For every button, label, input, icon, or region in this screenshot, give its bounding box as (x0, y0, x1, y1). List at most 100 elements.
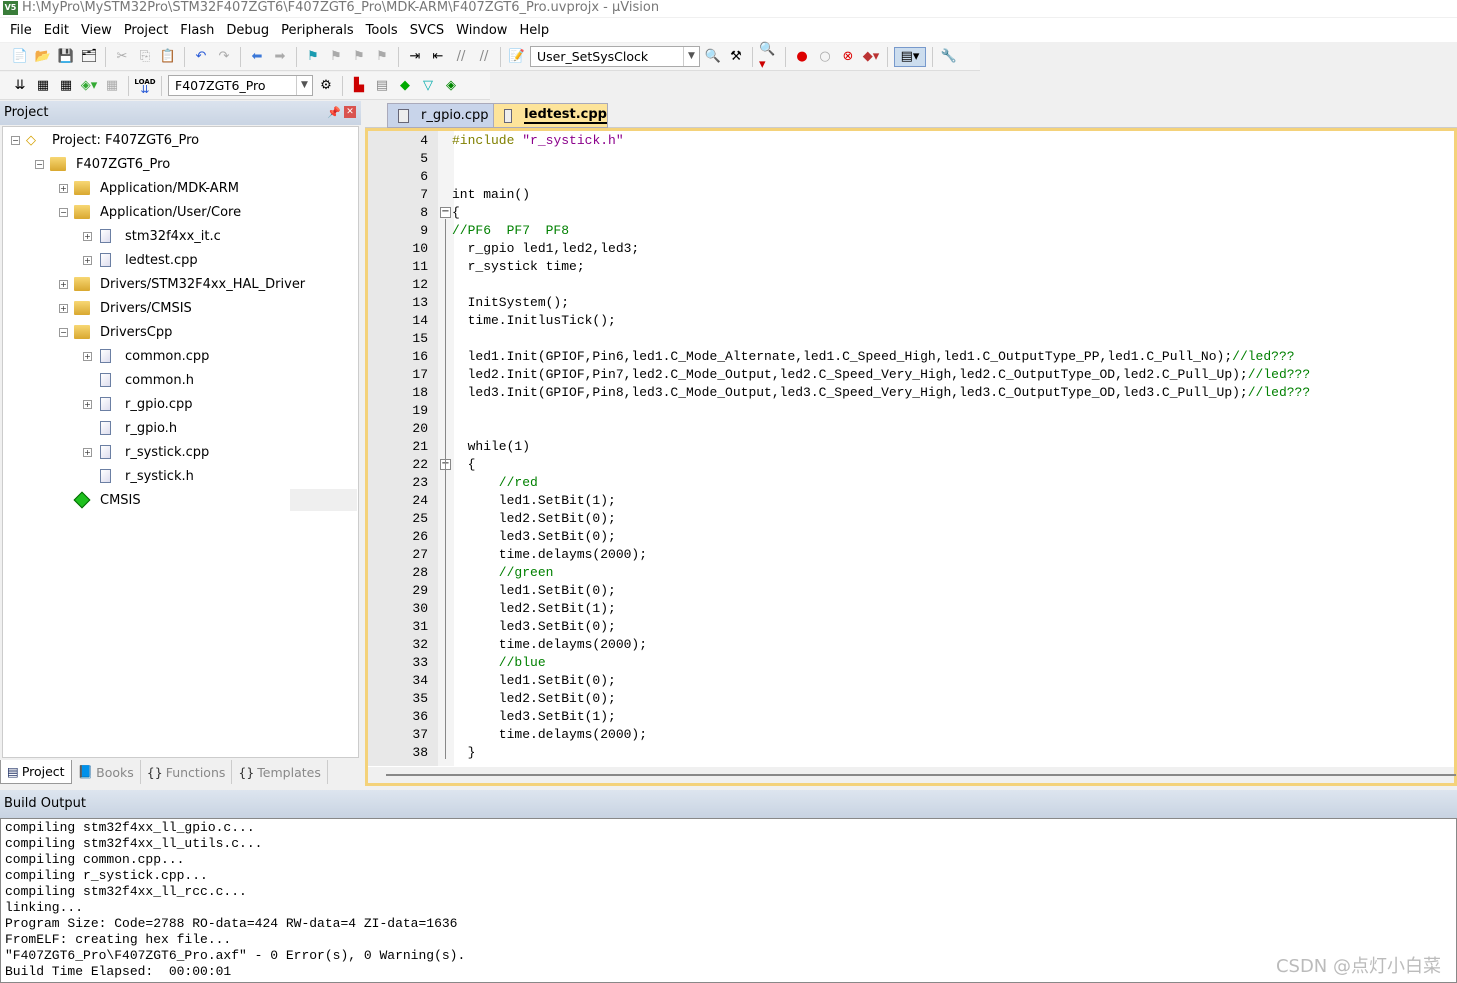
tab-templates[interactable]: {} Templates (232, 760, 328, 784)
chevron-down-icon[interactable]: ▼ (683, 47, 699, 66)
expand-icon[interactable]: + (83, 351, 92, 361)
build-icon[interactable]: ▦ (33, 76, 53, 96)
tab-books[interactable]: 📘 Books (72, 760, 141, 784)
debug-session-icon[interactable]: 🔍▾ (759, 42, 779, 72)
manage-project-items-icon[interactable]: ▙ (349, 76, 369, 96)
code-line[interactable]: time.delayms(2000); (452, 636, 647, 654)
window-layout-icon[interactable]: ▤▾ (894, 46, 926, 67)
configure-icon[interactable]: ⚒ (726, 47, 746, 67)
code-line[interactable]: time.InitlusTick(); (452, 312, 616, 330)
code-line[interactable]: while(1) (452, 438, 530, 456)
save-icon[interactable]: 💾 (56, 47, 76, 67)
tree-item[interactable]: − Application/User/Core (59, 201, 241, 223)
menu-view[interactable]: View (75, 23, 118, 38)
download-load-icon[interactable]: LOAD ⇊ (134, 76, 155, 96)
code-line[interactable]: int main() (452, 186, 530, 204)
code-line[interactable]: #include "r_systick.h" (452, 132, 624, 150)
tab-project[interactable]: ▤ Project (0, 760, 72, 784)
code-editor[interactable]: 4 #include "r_systick.h" 5 6 7 int main() 8 {9 /… (365, 128, 1457, 786)
comment-icon[interactable]: // (451, 47, 471, 67)
code-line[interactable]: led3.SetBit(0); (452, 528, 616, 546)
expand-icon[interactable]: + (59, 303, 68, 313)
expand-icon[interactable]: + (83, 447, 92, 457)
code-line[interactable]: led2.Init(GPIOF,Pin7,led2.C_Mode_Output,… (452, 366, 1311, 384)
code-line[interactable]: led1.SetBit(1); (452, 492, 616, 510)
code-line[interactable]: { (452, 204, 460, 222)
code-line[interactable]: r_gpio led1,led2,led3; (452, 240, 640, 258)
indent-icon[interactable]: ⇥ (405, 47, 425, 67)
code-line[interactable]: led3.Init(GPIOF,Pin8,led3.C_Mode_Output,… (452, 384, 1311, 402)
expand-icon[interactable]: + (83, 255, 92, 265)
insert-breakpoint-icon[interactable]: ● (792, 47, 812, 67)
tab-r-gpio-cpp[interactable]: r_gpio.cpp (387, 103, 499, 128)
tree-item[interactable]: + r_systick.cpp (83, 441, 209, 463)
tree-item[interactable]: − DriversCpp (59, 321, 172, 343)
code-line[interactable]: led3.SetBit(0); (452, 618, 616, 636)
stop-build-icon[interactable]: ▦ (102, 76, 122, 96)
paste-icon[interactable]: 📋 (158, 47, 178, 67)
tree-item[interactable]: − F407ZGT6_Pro (35, 153, 170, 175)
chevron-down-icon[interactable]: ▼ (296, 76, 312, 95)
cut-icon[interactable]: ✂ (112, 47, 132, 67)
code-line[interactable]: time.delayms(2000); (452, 726, 647, 744)
code-line[interactable]: { (452, 456, 476, 474)
bookmark-icon[interactable]: ⚑ (303, 47, 323, 67)
target-combo[interactable]: F407ZGT6_Pro ▼ (168, 75, 313, 96)
code-line[interactable]: led2.SetBit(0); (452, 690, 616, 708)
menu-flash[interactable]: Flash (174, 23, 220, 38)
menu-debug[interactable]: Debug (220, 23, 275, 38)
menu-svcs[interactable]: SVCS (404, 23, 450, 38)
code-line[interactable]: led3.SetBit(1); (452, 708, 616, 726)
expand-icon[interactable]: + (59, 279, 68, 289)
collapse-icon[interactable]: − (11, 135, 20, 145)
configuration-wrench-icon[interactable]: 🔧 (939, 47, 959, 67)
save-all-icon[interactable]: 🗂 (79, 47, 99, 67)
new-file-icon[interactable]: 📄 (10, 47, 30, 67)
menu-file[interactable]: File (4, 23, 38, 38)
horizontal-scrollbar[interactable] (368, 767, 1456, 783)
target-options-icon[interactable]: ⚙ (316, 76, 336, 96)
code-line[interactable]: led2.SetBit(1); (452, 600, 616, 618)
menu-help[interactable]: Help (513, 23, 555, 38)
manage-rte-icon[interactable]: ◆ (395, 76, 415, 96)
code-line[interactable]: } (452, 744, 476, 762)
disable-all-breakpoints-icon[interactable]: ◆▾ (861, 47, 881, 67)
code-line[interactable]: InitSystem(); (452, 294, 569, 312)
code-line[interactable]: led1.SetBit(0); (452, 672, 616, 690)
select-packs-icon[interactable]: ▤ (372, 76, 392, 96)
code-line[interactable]: //green (452, 564, 554, 582)
fold-collapse-icon[interactable]: − (440, 207, 451, 218)
close-icon[interactable]: ✕ (344, 106, 356, 118)
code-line[interactable]: //PF6 PF7 PF8 (452, 222, 569, 240)
tree-item[interactable]: r_gpio.h (83, 417, 177, 439)
menu-peripherals[interactable]: Peripherals (275, 23, 360, 38)
translate-icon[interactable]: ⇊ (10, 76, 30, 96)
tree-item[interactable]: common.h (83, 369, 194, 391)
code-line[interactable]: //blue (452, 654, 546, 672)
function-combo[interactable]: User_SetSysClock ▼ (530, 46, 700, 67)
find-in-files-icon[interactable]: 📝 (507, 47, 527, 67)
code-line[interactable]: led2.SetBit(0); (452, 510, 616, 528)
next-bookmark-icon[interactable]: ⚑ (349, 47, 369, 67)
rebuild-icon[interactable]: ▦ (56, 76, 76, 96)
tree-item[interactable]: CMSIS (59, 489, 141, 511)
collapse-icon[interactable]: − (35, 159, 44, 169)
prev-bookmark-icon[interactable]: ⚑ (326, 47, 346, 67)
tree-item[interactable]: + stm32f4xx_it.c (83, 225, 221, 247)
menu-tools[interactable]: Tools (360, 23, 404, 38)
code-line[interactable]: led1.Init(GPIOF,Pin6,led1.C_Mode_Alterna… (452, 348, 1295, 366)
tree-item[interactable]: + ledtest.cpp (83, 249, 198, 271)
code-line[interactable]: //red (452, 474, 538, 492)
collapse-icon[interactable]: − (59, 327, 68, 337)
tab-ledtest-cpp[interactable]: ledtest.cpp (493, 103, 608, 128)
tree-item[interactable]: − ◇ Project: F407ZGT6_Pro (11, 129, 199, 151)
unindent-icon[interactable]: ⇤ (428, 47, 448, 67)
nav-forward-icon[interactable]: ➡ (270, 47, 290, 67)
scrollbar-thumb[interactable] (386, 774, 1456, 776)
batch-build-icon[interactable]: ◈▾ (79, 76, 99, 96)
kill-breakpoints-icon[interactable]: ⊗ (838, 47, 858, 67)
tree-item[interactable]: + common.cpp (83, 345, 209, 367)
menu-project[interactable]: Project (118, 23, 174, 38)
pin-icon[interactable]: 📌 (327, 106, 341, 119)
code-line[interactable]: r_systick time; (452, 258, 585, 276)
